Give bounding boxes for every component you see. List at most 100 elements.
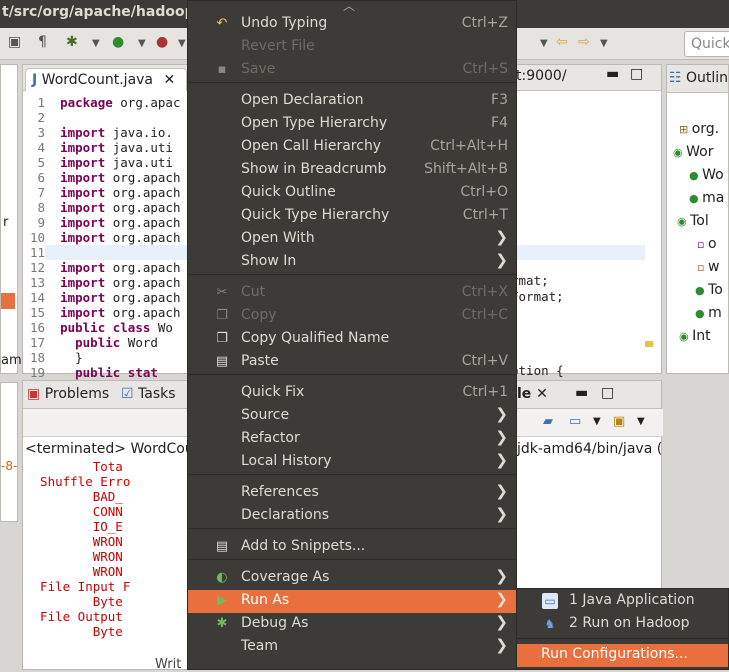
outline-item-label: Tol: [690, 213, 709, 229]
tab-tasks[interactable]: ☑ Tasks: [121, 386, 176, 402]
menu-item-references[interactable]: References ❯: [188, 482, 516, 505]
chevron-down-icon[interactable]: ▼: [178, 38, 186, 49]
menu-item-undo-typing[interactable]: ↶ Undo Typing Ctrl+Z: [188, 13, 516, 36]
menu-item-source[interactable]: Source ❯: [188, 405, 516, 428]
toolbar-icon-1[interactable]: ▣: [8, 34, 21, 50]
chevron-down-icon[interactable]: ▼: [540, 38, 548, 49]
outline-item[interactable]: ◉ Tol: [677, 213, 709, 229]
code-text: java.uti: [105, 155, 173, 170]
outline-tabstrip: ☷ Outlin: [667, 65, 728, 93]
code-text: org.apach: [105, 215, 181, 230]
menu-item-add-to-snippets[interactable]: ▤ Add to Snippets...: [188, 536, 516, 559]
forward-arrow-icon[interactable]: ⇨: [578, 34, 590, 50]
chevron-down-icon[interactable]: ▼: [138, 38, 146, 49]
run-icon: ▶: [217, 593, 227, 608]
minimize-icon[interactable]: ▬: [606, 66, 619, 82]
snippets-icon: ▤: [215, 539, 229, 554]
close-icon[interactable]: ✕: [163, 72, 175, 88]
keyword: import: [60, 230, 106, 245]
menu-item-label: Save: [241, 61, 276, 77]
open-console-icon[interactable]: ▣: [613, 414, 625, 429]
display-console-icon[interactable]: ▭: [569, 414, 581, 429]
menu-item-open-declaration[interactable]: Open Declaration F3: [188, 90, 516, 113]
back-arrow-icon[interactable]: ⇦: [556, 34, 568, 50]
outline-member-icon: ⊞: [679, 123, 692, 136]
browser-tab[interactable]: t:9000/ ▬ □: [516, 66, 656, 88]
run-button-icon[interactable]: ●: [112, 34, 124, 50]
window-title: t/src/org/apache/hadoop/: [2, 4, 200, 20]
submenu-arrow-icon: ❯: [495, 405, 508, 423]
quick-access-input[interactable]: Quick: [684, 31, 729, 57]
pin-console-icon[interactable]: ▰: [543, 414, 553, 429]
outline-member-icon: ◉: [673, 146, 687, 159]
close-icon[interactable]: ✕: [536, 386, 548, 402]
menu-item-paste[interactable]: ▤ Paste Ctrl+V: [188, 351, 516, 374]
menu-item-quick-type-hierarchy[interactable]: Quick Type Hierarchy Ctrl+T: [188, 205, 516, 228]
menu-item-copy-qualified-name[interactable]: ❐ Copy Qualified Name: [188, 328, 516, 351]
menu-item-label: Show in Breadcrumb: [241, 161, 387, 177]
editor-tab-wordcount[interactable]: J WordCount.java ✕: [25, 68, 187, 91]
menu-item-quick-fix[interactable]: Quick Fix Ctrl+1: [188, 382, 516, 405]
chevron-down-icon[interactable]: ▼: [637, 416, 645, 427]
coverage-icon: ◐: [216, 570, 228, 585]
menu-item-coverage-as[interactable]: ◐ Coverage As ❯: [188, 567, 516, 590]
code-text: org.apac: [112, 95, 181, 110]
menu-item-label: Debug As: [241, 615, 309, 631]
pilcrow-icon[interactable]: ¶: [38, 34, 47, 50]
debug-bug-icon[interactable]: ✱: [66, 34, 78, 50]
menu-item-label: Copy Qualified Name: [241, 330, 390, 346]
line-number: 6: [37, 170, 45, 185]
menu-item-local-history[interactable]: Local History ❯: [188, 451, 516, 474]
line-number: 3: [37, 125, 45, 140]
menu-item-label: Source: [241, 407, 290, 423]
outline-item[interactable]: ▫ o: [697, 236, 717, 252]
menu-item-show-in[interactable]: Show In ❯: [188, 251, 516, 274]
external-tools-icon[interactable]: ●: [156, 34, 168, 50]
outline-member-icon: ●: [695, 307, 709, 320]
menu-item-java-application[interactable]: ▭ 1 Java Application: [517, 590, 728, 613]
code-text: Word: [120, 335, 158, 350]
outline-member-icon: ◉: [679, 330, 693, 343]
menu-item-open-call-hierarchy[interactable]: Open Call Hierarchy Ctrl+Alt+H: [188, 136, 516, 159]
maximize-icon[interactable]: □: [601, 385, 614, 401]
outline-item-label: m: [708, 305, 722, 321]
menu-item-declarations[interactable]: Declarations ❯: [188, 505, 516, 528]
outline-item[interactable]: ◉ Wor: [673, 144, 713, 160]
menu-item-team[interactable]: Team ❯: [188, 636, 516, 659]
menu-item-run-as[interactable]: ▶ Run As ❯: [188, 590, 516, 613]
tab-outline[interactable]: ☷ Outlin: [669, 70, 728, 86]
outline-item[interactable]: ▫ w: [697, 259, 719, 275]
menu-item-run-on-hadoop[interactable]: ♞ 2 Run on Hadoop: [517, 613, 728, 636]
outline-item[interactable]: ⊞ org.: [679, 121, 719, 137]
tab-problems[interactable]: ▣ Problems: [27, 386, 109, 402]
outline-item[interactable]: ◉ Int: [679, 328, 711, 344]
browser-tab-label: t:9000/: [516, 68, 567, 84]
outline-item[interactable]: ● Wo: [689, 167, 724, 183]
menu-item-label: Cut: [241, 284, 266, 300]
code-text: }: [60, 350, 83, 365]
menu-item-open-type-hierarchy[interactable]: Open Type Hierarchy F4: [188, 113, 516, 136]
menu-item-label: Open With: [241, 230, 315, 246]
outline-member-icon: ▫: [697, 238, 708, 251]
line-number: 1: [37, 95, 45, 110]
outline-item[interactable]: ● ma: [689, 190, 724, 206]
outline-item[interactable]: ● m: [695, 305, 722, 321]
menu-item-quick-outline[interactable]: Quick Outline Ctrl+O: [188, 182, 516, 205]
tab-console[interactable]: le ✕: [517, 386, 548, 402]
menu-item-debug-as[interactable]: ✱ Debug As ❯: [188, 613, 516, 636]
menu-item-show-in-breadcrumb[interactable]: Show in Breadcrumb Shift+Alt+B: [188, 159, 516, 182]
scroll-up-icon[interactable]: ︿: [343, 0, 355, 14]
menu-item-run-configurations[interactable]: Run Configurations...: [517, 644, 728, 667]
minimize-icon[interactable]: ▬: [575, 385, 588, 401]
chevron-down-icon[interactable]: ▼: [593, 416, 601, 427]
chevron-down-icon[interactable]: ▼: [600, 38, 608, 49]
outline-item-label: Int: [692, 328, 711, 344]
chevron-down-icon[interactable]: ▼: [92, 38, 100, 49]
console-output[interactable]: Tota Shuffle Erro BAD_ CONN IO_E WRON WR…: [25, 459, 195, 639]
submenu-arrow-icon: ❯: [495, 590, 508, 608]
outline-item[interactable]: ● To: [695, 282, 723, 298]
menu-item-open-with[interactable]: Open With ❯: [188, 228, 516, 251]
menu-item-refactor[interactable]: Refactor ❯: [188, 428, 516, 451]
maximize-icon[interactable]: □: [630, 66, 643, 82]
menu-item-label: Copy: [241, 307, 277, 323]
